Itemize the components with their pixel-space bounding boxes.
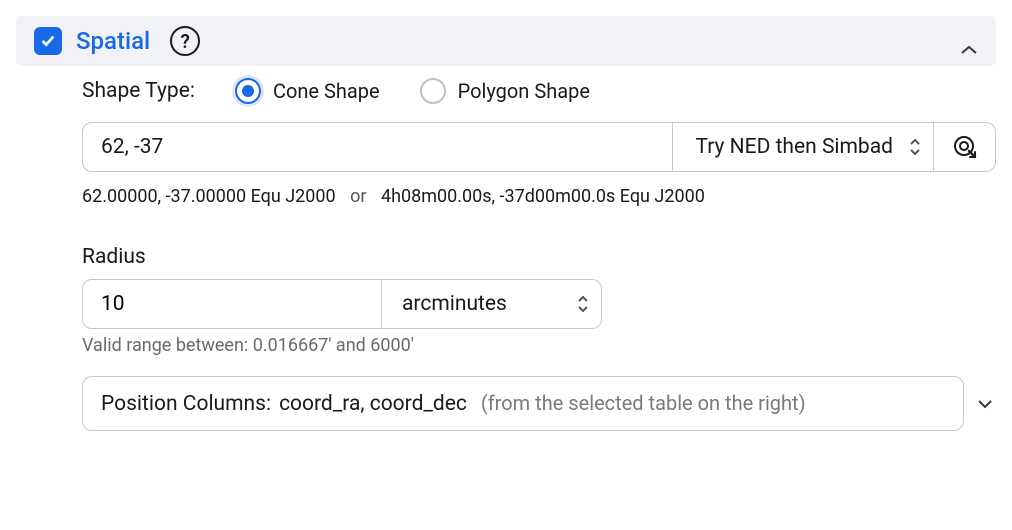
polygon-shape-option[interactable]: Polygon Shape	[420, 78, 590, 104]
target-icon	[952, 134, 978, 160]
coordinates-input[interactable]	[82, 122, 673, 172]
panel-body: Shape Type: Cone Shape Polygon Shape Try…	[16, 66, 996, 431]
spatial-panel-header[interactable]: Spatial ?	[16, 16, 996, 66]
radius-unit-dropdown[interactable]: arcminutes	[382, 279, 602, 329]
stepper-icon	[577, 296, 589, 312]
parsed-decimal: 62.00000, -37.00000 Equ J2000	[82, 186, 336, 207]
cone-shape-label: Cone Shape	[273, 79, 380, 103]
radius-input[interactable]	[82, 279, 382, 329]
collapse-icon[interactable]	[960, 36, 978, 46]
position-columns-label: Position Columns:	[101, 392, 271, 416]
position-columns-value: coord_ra, coord_dec	[279, 392, 467, 416]
parsed-coordinates: 62.00000, -37.00000 Equ J2000 or 4h08m00…	[82, 186, 996, 207]
cone-shape-radio[interactable]	[235, 78, 261, 104]
chevron-down-icon	[977, 399, 993, 409]
polygon-shape-label: Polygon Shape	[458, 79, 590, 103]
cone-shape-option[interactable]: Cone Shape	[235, 78, 380, 104]
check-icon	[39, 32, 57, 50]
parsed-hms: 4h08m00.00s, -37d00m00.0s Equ J2000	[381, 186, 705, 207]
position-columns-note: (from the selected table on the right)	[481, 391, 806, 415]
target-picker-button[interactable]	[934, 122, 996, 172]
resolver-value: Try NED then Simbad	[695, 135, 893, 159]
polygon-shape-radio[interactable]	[420, 78, 446, 104]
radius-unit-value: arcminutes	[402, 292, 507, 316]
radius-label: Radius	[82, 245, 996, 269]
or-separator: or	[350, 186, 366, 207]
resolver-dropdown[interactable]: Try NED then Simbad	[673, 122, 934, 172]
position-columns-box[interactable]: Position Columns: coord_ra, coord_dec (f…	[82, 376, 964, 431]
spatial-checkbox[interactable]	[34, 27, 62, 55]
shape-type-label: Shape Type:	[82, 79, 195, 103]
stepper-icon	[909, 139, 921, 155]
help-icon[interactable]: ?	[170, 26, 200, 56]
position-columns-chevron[interactable]	[974, 399, 996, 409]
radius-hint: Valid range between: 0.016667' and 6000'	[82, 335, 996, 356]
panel-title: Spatial	[76, 27, 150, 55]
